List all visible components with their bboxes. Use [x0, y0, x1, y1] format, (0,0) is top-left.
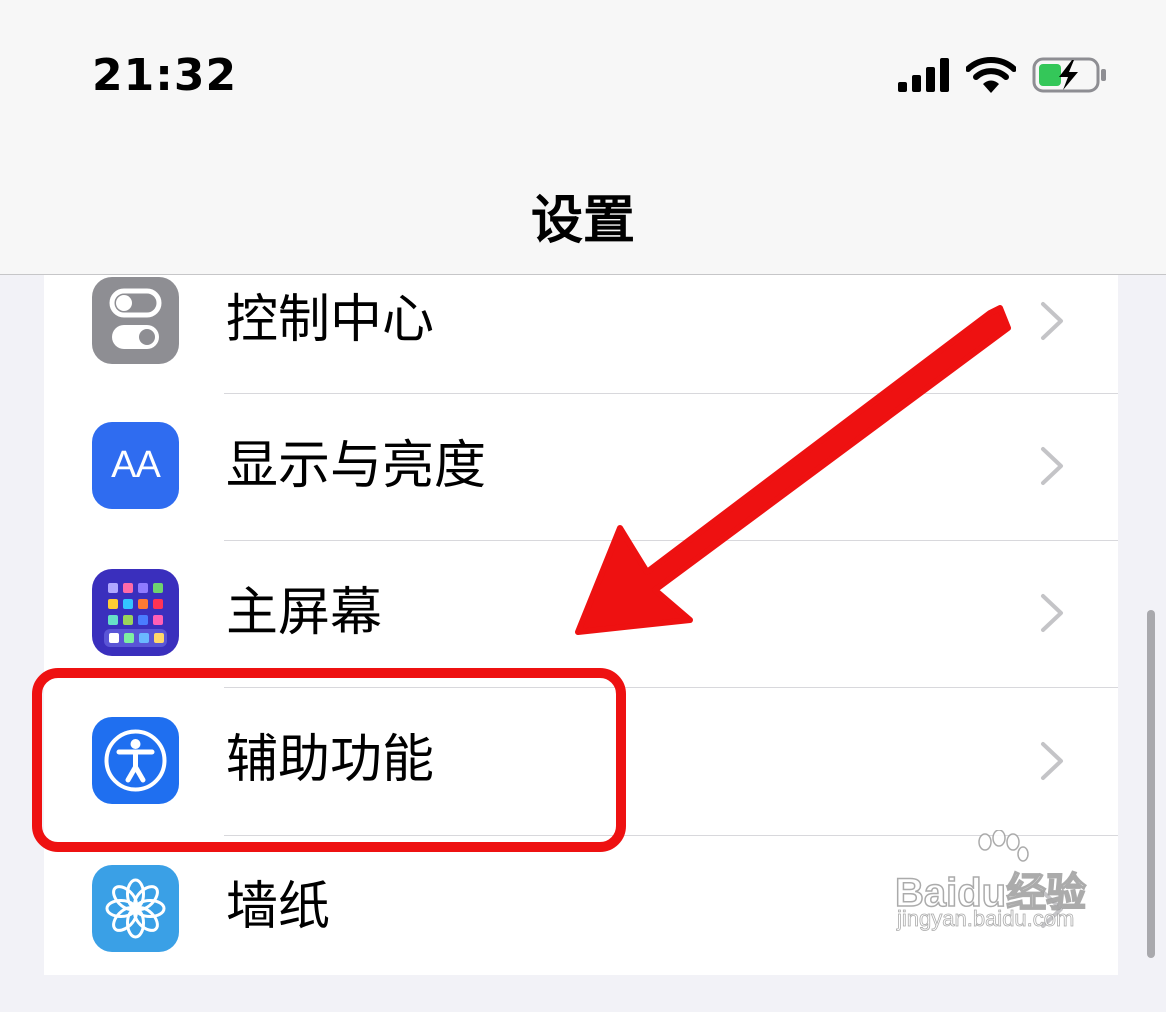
row-separator — [224, 540, 1118, 541]
chevron-right-icon — [1041, 594, 1063, 632]
row-separator — [224, 835, 1118, 836]
status-icons — [898, 52, 1108, 98]
scroll-indicator[interactable] — [1147, 610, 1155, 958]
settings-row-display-brightness[interactable]: AA 显示与亮度 — [44, 422, 1118, 569]
settings-row-label: 主屏幕 — [226, 583, 383, 643]
control-center-icon — [92, 277, 179, 364]
wifi-icon — [966, 57, 1016, 93]
settings-row-label: 辅助功能 — [226, 730, 435, 790]
settings-row-label: 显示与亮度 — [226, 436, 487, 496]
settings-row-accessibility[interactable]: 辅助功能 — [44, 717, 1118, 864]
chevron-right-icon — [1041, 302, 1063, 340]
chevron-right-icon — [1041, 742, 1063, 780]
row-separator — [224, 687, 1118, 688]
home-screen-icon — [92, 569, 179, 656]
row-separator — [224, 393, 1118, 394]
navigation-bar: 设置 — [0, 150, 1166, 275]
display-brightness-icon: AA — [92, 422, 179, 509]
status-time: 21:32 — [92, 50, 238, 101]
battery-charging-icon — [1032, 57, 1106, 93]
settings-row-label: 控制中心 — [226, 290, 435, 350]
signal-icon — [898, 58, 949, 92]
settings-row-home-screen[interactable]: 主屏幕 — [44, 569, 1118, 716]
settings-row-wallpaper[interactable]: 墙纸 — [44, 865, 1118, 1012]
chevron-right-icon — [1041, 447, 1063, 485]
chevron-right-icon — [1041, 890, 1063, 928]
settings-row-label: 墙纸 — [226, 877, 331, 937]
accessibility-icon — [92, 717, 179, 804]
settings-list: 控制中心 AA 显示与亮度 主屏幕 辅助功能 墙纸 — [44, 275, 1118, 975]
settings-row-control-center[interactable]: 控制中心 — [44, 275, 1118, 422]
status-bar: 21:32 — [0, 0, 1166, 150]
wallpaper-icon — [92, 865, 179, 952]
page-title: 设置 — [530, 191, 635, 251]
